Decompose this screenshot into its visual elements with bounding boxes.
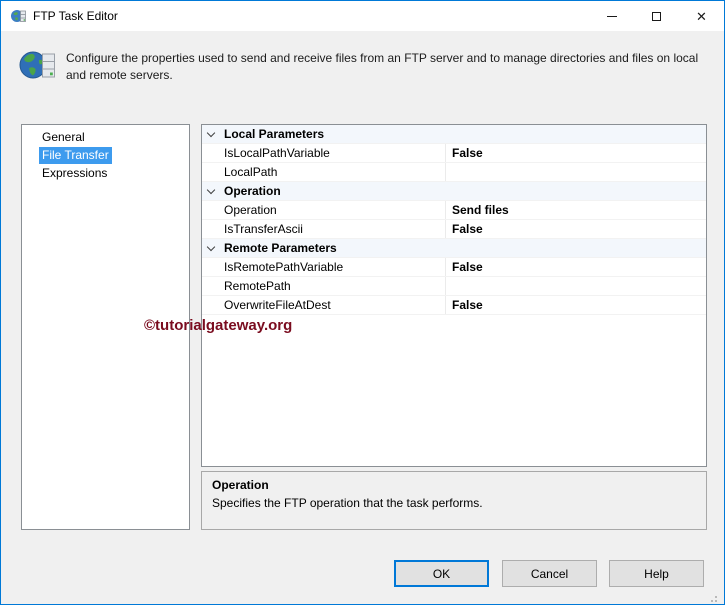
category-label: Local Parameters: [224, 127, 325, 141]
property-name: RemotePath: [224, 279, 291, 293]
resize-grip[interactable]: [715, 596, 717, 598]
category-gutter: [202, 128, 220, 137]
maximize-button[interactable]: [634, 1, 679, 31]
property-value[interactable]: Send files: [445, 201, 706, 219]
help-title: Operation: [212, 478, 269, 492]
category-row[interactable]: Local Parameters: [202, 125, 706, 144]
dialog-header: Configure the properties used to send an…: [19, 47, 718, 84]
chevron-down-icon[interactable]: [206, 185, 216, 194]
category-row[interactable]: Operation: [202, 182, 706, 201]
property-row[interactable]: Operation Send files: [202, 201, 706, 220]
sidebar-item-file-transfer[interactable]: File Transfer: [39, 147, 189, 165]
property-row[interactable]: LocalPath: [202, 163, 706, 182]
property-value[interactable]: False: [445, 296, 706, 314]
sidebar-item-label: Expressions: [42, 166, 108, 180]
window-title: FTP Task Editor: [33, 9, 118, 23]
category-gutter: [202, 185, 220, 194]
minimize-button[interactable]: [589, 1, 634, 31]
property-name: IsLocalPathVariable: [224, 146, 330, 160]
property-value[interactable]: False: [445, 220, 706, 238]
globe-server-icon: [19, 51, 55, 79]
property-value[interactable]: [445, 163, 706, 181]
property-name: OverwriteFileAtDest: [224, 298, 331, 312]
property-help-panel: Operation Specifies the FTP operation th…: [201, 471, 707, 530]
help-description: Specifies the FTP operation that the tas…: [212, 496, 483, 510]
help-button[interactable]: Help: [609, 560, 704, 587]
property-name: IsTransferAscii: [224, 222, 303, 236]
minimize-icon: [606, 15, 617, 17]
chevron-down-icon[interactable]: [206, 242, 216, 251]
ok-button[interactable]: OK: [394, 560, 489, 587]
sidebar-item-label: General: [42, 130, 85, 144]
close-button[interactable]: ✕: [679, 1, 724, 31]
ftp-globe-icon: [11, 10, 26, 22]
sidebar-item-expressions[interactable]: Expressions: [39, 165, 189, 183]
property-grid: Local Parameters IsLocalPathVariable False…: [201, 124, 707, 467]
category-gutter: [202, 242, 220, 251]
ftp-task-editor-dialog: FTP Task Editor ✕ Configure the properti…: [0, 0, 725, 605]
category-label: Remote Parameters: [224, 241, 337, 255]
property-value[interactable]: False: [445, 258, 706, 276]
maximize-icon: [652, 11, 661, 21]
cancel-button[interactable]: Cancel: [502, 560, 597, 587]
property-row[interactable]: RemotePath: [202, 277, 706, 296]
sidebar-item-general[interactable]: General: [39, 129, 189, 147]
watermark-text: ©tutorialgateway.org: [144, 317, 293, 334]
property-value[interactable]: [445, 277, 706, 295]
property-name: Operation: [224, 203, 277, 217]
property-row[interactable]: OverwriteFileAtDest False: [202, 296, 706, 315]
caption-buttons: ✕: [589, 1, 724, 31]
property-row[interactable]: IsRemotePathVariable False: [202, 258, 706, 277]
chevron-down-icon[interactable]: [206, 128, 216, 137]
property-row[interactable]: IsTransferAscii False: [202, 220, 706, 239]
dialog-description: Configure the properties used to send an…: [66, 51, 699, 82]
title-bar: FTP Task Editor ✕: [1, 1, 724, 31]
close-icon: ✕: [696, 8, 707, 24]
category-label: Operation: [224, 184, 281, 198]
property-value[interactable]: False: [445, 144, 706, 162]
property-name: LocalPath: [224, 165, 278, 179]
property-name: IsRemotePathVariable: [224, 260, 344, 274]
category-row[interactable]: Remote Parameters: [202, 239, 706, 258]
sidebar-item-label: File Transfer: [39, 147, 112, 164]
property-row[interactable]: IsLocalPathVariable False: [202, 144, 706, 163]
